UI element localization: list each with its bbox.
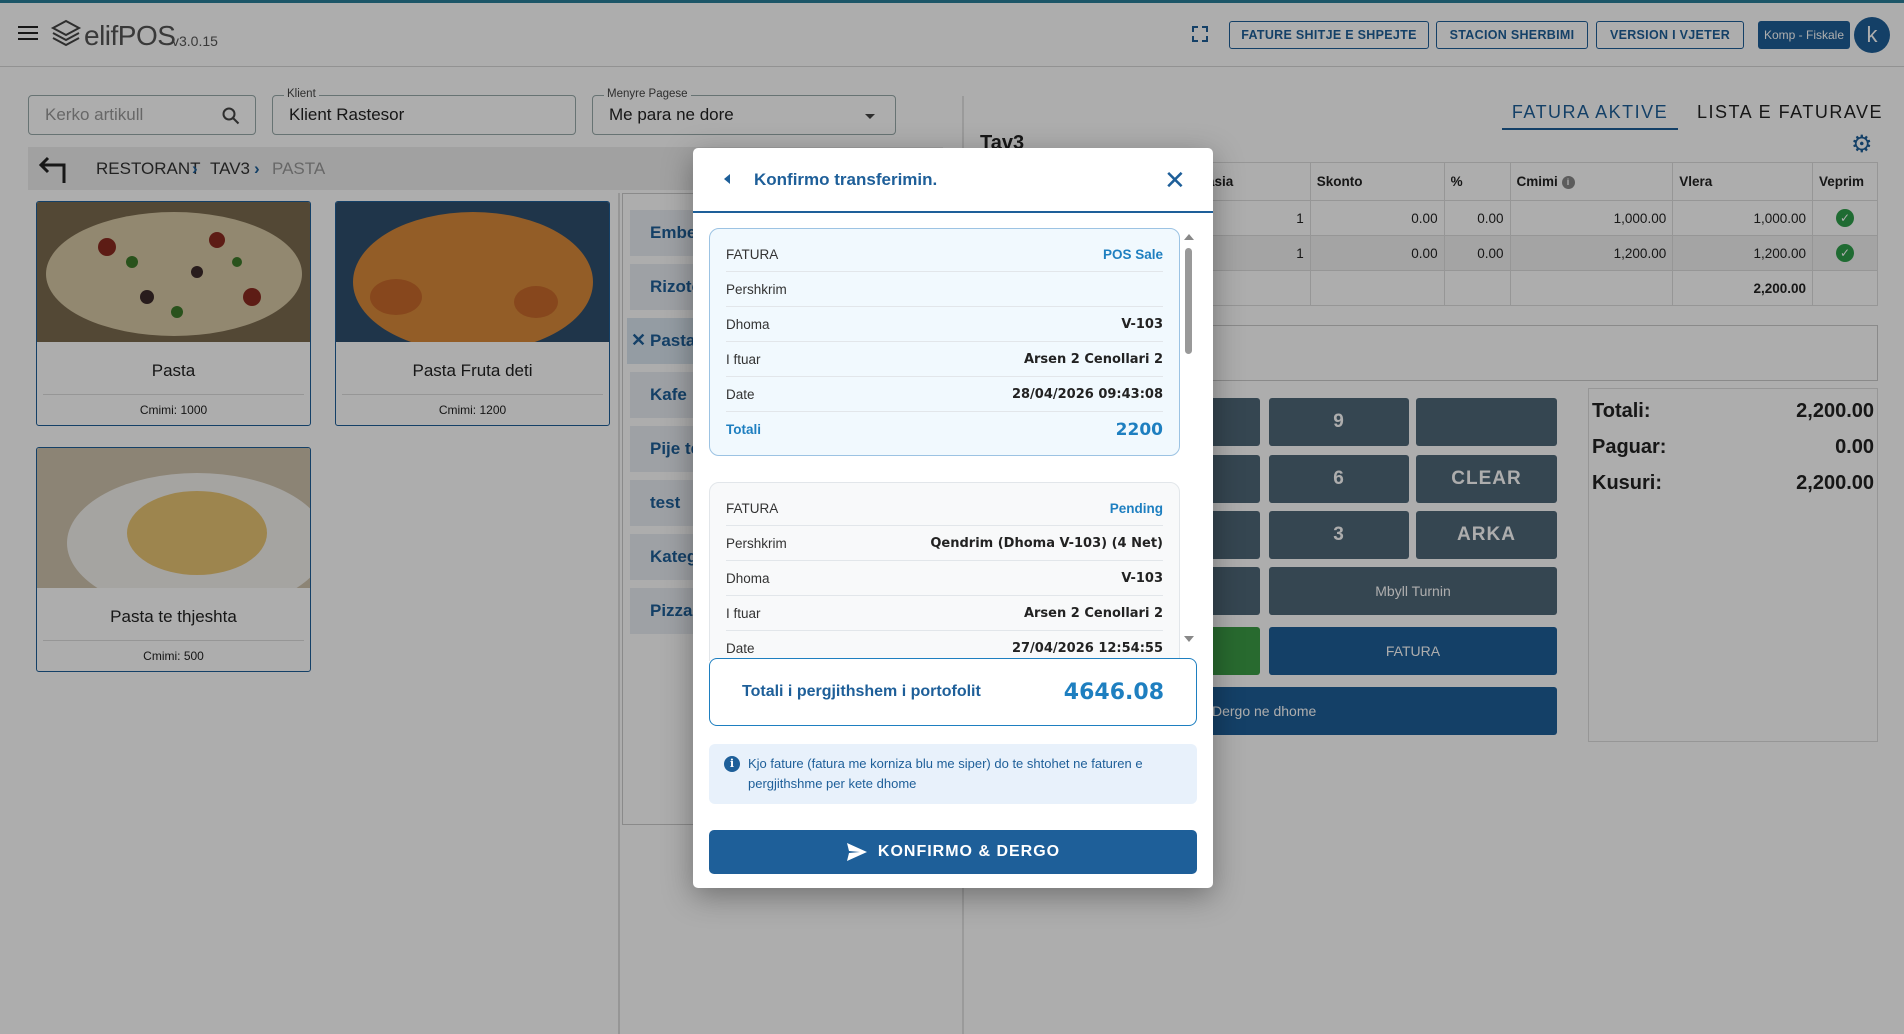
- invoice-card[interactable]: FATURA Pending Pershkrim Qendrim (Dhoma V-…: [709, 482, 1180, 661]
- portfolio-total: Totali i pergjithshem i portofolit 4646.…: [709, 658, 1197, 726]
- portfolio-total-value: 4646.08: [1063, 679, 1164, 705]
- invoice-field-row: Date 28/04/2026 09:43:08: [726, 377, 1163, 412]
- field-label: Date: [726, 641, 755, 656]
- field-label: Dhoma: [726, 570, 770, 586]
- info-icon: i: [724, 756, 740, 772]
- send-icon: [846, 843, 867, 861]
- invoice-status: POS Sale: [1102, 246, 1163, 262]
- field-value: Arsen 2 Cenollari 2: [1023, 351, 1163, 367]
- field-value: 28/04/2026 09:43:08: [1011, 386, 1163, 402]
- portfolio-total-label: Totali i pergjithshem i portofolit: [742, 683, 981, 700]
- invoice-type: FATURA: [726, 500, 779, 516]
- scroll-down-arrow-icon[interactable]: [1184, 636, 1194, 642]
- field-value: V-103: [1121, 316, 1163, 332]
- invoice-list[interactable]: FATURA POS Sale Pershkrim Dhoma V-103 I ft…: [709, 228, 1187, 661]
- confirm-send-button[interactable]: KONFIRMO & DERGO: [709, 830, 1197, 874]
- invoice-field-row: Date 27/04/2026 12:54:55: [726, 631, 1163, 661]
- field-label: I ftuar: [726, 605, 761, 621]
- field-label: Totali: [726, 422, 761, 437]
- field-value: V-103: [1121, 570, 1163, 586]
- invoice-field-row: I ftuar Arsen 2 Cenollari 2: [726, 342, 1163, 377]
- invoice-field-row: Pershkrim Qendrim (Dhoma V-103) (4 Net): [726, 526, 1163, 561]
- info-text: Kjo fature (fatura me korniza blu me sip…: [748, 756, 1143, 791]
- field-value: Qendrim (Dhoma V-103) (4 Net): [930, 535, 1163, 551]
- invoice-header-row: FATURA POS Sale: [726, 237, 1163, 272]
- invoice-field-row: Pershkrim: [726, 272, 1163, 307]
- dialog-title: Konfirmo transferimin.: [754, 170, 938, 189]
- invoice-field-row: Dhoma V-103: [726, 307, 1163, 342]
- info-notice: i Kjo fature (fatura me korniza blu me s…: [709, 744, 1197, 804]
- field-value: 2200: [1115, 419, 1163, 440]
- invoice-total-row: Totali 2200: [726, 412, 1163, 447]
- back-caret-icon[interactable]: [724, 174, 730, 184]
- field-label: I ftuar: [726, 351, 761, 367]
- field-label: Date: [726, 386, 755, 402]
- invoice-field-row: Dhoma V-103: [726, 561, 1163, 596]
- invoice-header-row: FATURA Pending: [726, 491, 1163, 526]
- invoice-type: FATURA: [726, 246, 779, 262]
- field-label: Pershkrim: [726, 535, 787, 551]
- dialog-header: Konfirmo transferimin. ✕: [693, 148, 1213, 213]
- invoice-field-row: I ftuar Arsen 2 Cenollari 2: [726, 596, 1163, 631]
- invoice-card-selected[interactable]: FATURA POS Sale Pershkrim Dhoma V-103 I ft…: [709, 228, 1180, 456]
- confirm-send-label: KONFIRMO & DERGO: [877, 843, 1061, 860]
- scrollbar-thumb[interactable]: [1185, 248, 1192, 354]
- field-value: 27/04/2026 12:54:55: [1011, 641, 1163, 656]
- field-label: Pershkrim: [726, 281, 787, 297]
- invoice-status: Pending: [1109, 500, 1163, 516]
- field-label: Dhoma: [726, 316, 770, 332]
- field-value: Arsen 2 Cenollari 2: [1023, 605, 1163, 621]
- confirm-transfer-dialog: Konfirmo transferimin. ✕ FATURA POS Sale …: [693, 148, 1213, 888]
- close-icon[interactable]: ✕: [1164, 167, 1186, 193]
- scroll-up-arrow-icon[interactable]: [1184, 234, 1194, 240]
